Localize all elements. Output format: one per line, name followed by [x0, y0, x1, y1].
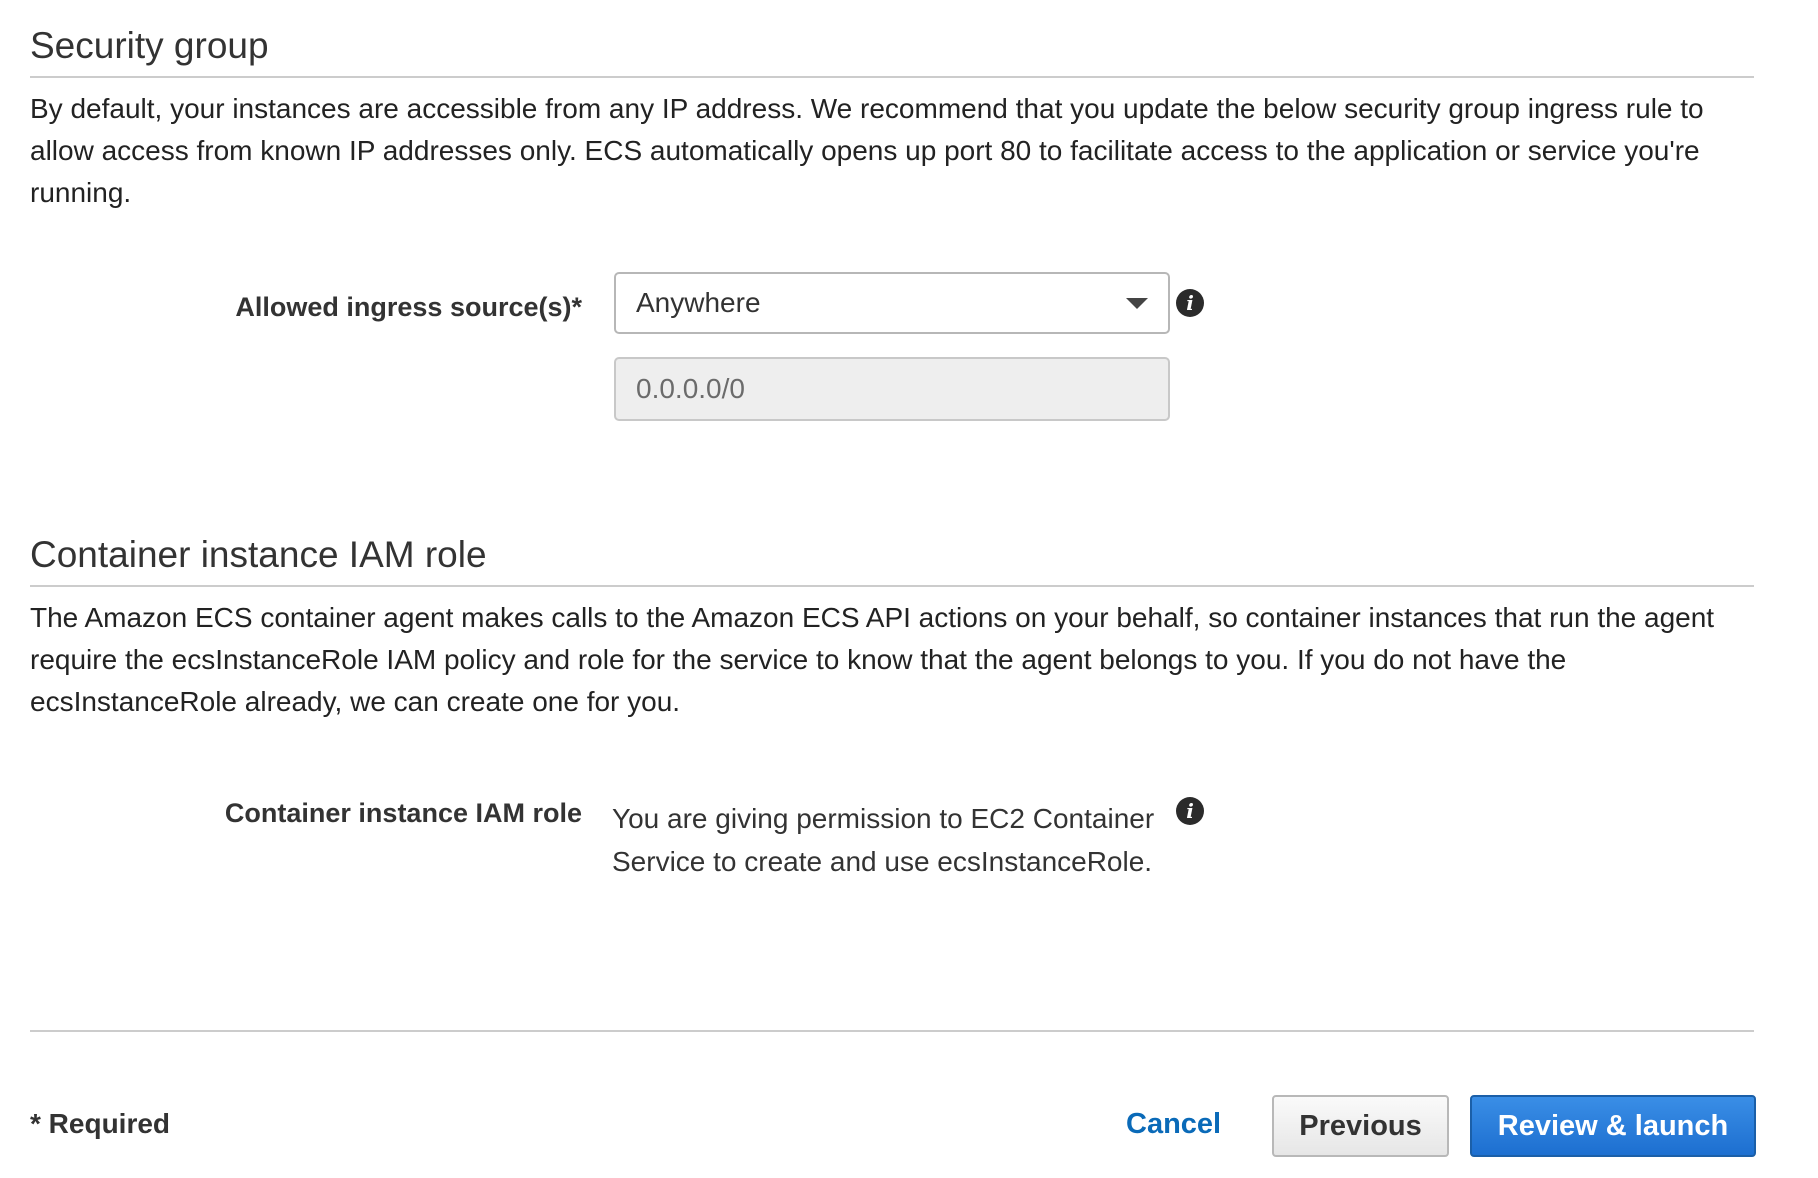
- ingress-source-selected-value: Anywhere: [636, 287, 761, 318]
- ingress-cidr-field: [614, 357, 1170, 421]
- ingress-source-select[interactable]: Anywhere: [614, 272, 1170, 334]
- iam-role-description: The Amazon ECS container agent makes cal…: [30, 602, 1715, 717]
- info-icon[interactable]: i: [1176, 797, 1204, 825]
- iam-role-permission-text: You are giving permission to EC2 Contain…: [612, 803, 1155, 877]
- security-group-section: Security group By default, your instance…: [30, 22, 1754, 214]
- review-and-launch-button[interactable]: Review & launch: [1470, 1095, 1756, 1157]
- previous-button[interactable]: Previous: [1272, 1095, 1449, 1157]
- security-group-description: By default, your instances are accessibl…: [30, 93, 1704, 208]
- required-note: * Required: [30, 1108, 171, 1139]
- iam-role-section: Container instance IAM role The Amazon E…: [30, 531, 1754, 723]
- cancel-button[interactable]: Cancel: [1126, 1108, 1221, 1141]
- iam-role-label: Container instance IAM role: [224, 798, 582, 828]
- chevron-down-icon: [1126, 298, 1148, 309]
- ingress-source-label: Allowed ingress source(s)*: [235, 292, 582, 322]
- security-group-title: Security group: [30, 22, 1754, 78]
- footer-divider: [30, 1030, 1754, 1032]
- iam-role-title: Container instance IAM role: [30, 531, 1754, 587]
- info-icon[interactable]: i: [1176, 289, 1204, 317]
